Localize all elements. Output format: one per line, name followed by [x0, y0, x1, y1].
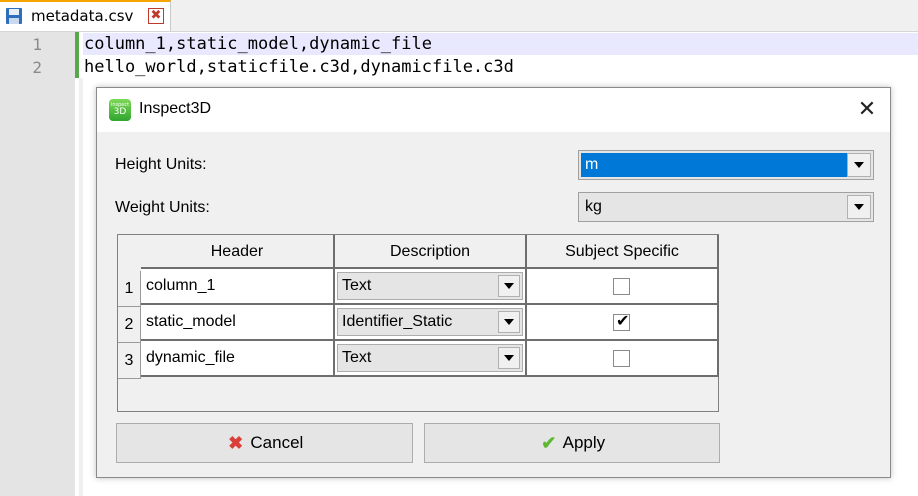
subject-specific-checkbox[interactable]	[613, 278, 630, 295]
code-line[interactable]: column_1,static_model,dynamic_file	[84, 34, 432, 54]
height-units-label: Height Units:	[115, 156, 207, 173]
line-number-gutter: 1 2	[0, 32, 75, 496]
weight-units-select[interactable]: kg	[578, 192, 874, 222]
column-header[interactable]: Subject Specific	[527, 235, 719, 269]
fold-marker	[75, 32, 79, 78]
fold-margin	[79, 78, 83, 496]
row-number[interactable]: 3	[118, 343, 141, 379]
description-cell: Identifier_Static	[335, 305, 527, 341]
cancel-x-icon: ✖	[228, 433, 244, 453]
chevron-down-icon[interactable]	[847, 195, 871, 219]
checkmark-icon: ✔	[541, 433, 557, 453]
tab-metadata-csv[interactable]: metadata.csv ✖	[0, 0, 171, 31]
cancel-button[interactable]: ✖ Cancel	[116, 423, 413, 463]
row-number[interactable]: 1	[118, 271, 141, 307]
close-icon[interactable]: ✕	[854, 97, 880, 123]
header-cell[interactable]: dynamic_file	[141, 341, 335, 377]
line-number: 2	[32, 58, 42, 77]
row-number[interactable]: 2	[118, 307, 141, 343]
subject-specific-cell	[527, 341, 719, 377]
subject-specific-cell	[527, 269, 719, 305]
column-header[interactable]: Header	[141, 235, 335, 269]
tab-bar: metadata.csv ✖	[0, 0, 918, 32]
tab-close-icon[interactable]: ✖	[148, 8, 164, 24]
description-select[interactable]: Text	[337, 272, 523, 300]
description-cell: Text	[335, 341, 527, 377]
description-select[interactable]: Text	[337, 344, 523, 372]
subject-specific-checkbox[interactable]	[613, 350, 630, 367]
tab-label: metadata.csv	[31, 7, 134, 25]
chevron-down-icon[interactable]	[498, 275, 520, 297]
line-number: 1	[32, 35, 42, 54]
height-units-select[interactable]: m	[578, 150, 874, 180]
cancel-button-label: Cancel	[250, 433, 304, 452]
subject-specific-cell: ✔	[527, 305, 719, 341]
inspect3d-dialog: inspect 3D Inspect3D ✕ Height Units: m We…	[96, 87, 891, 478]
code-line[interactable]: hello_world,staticfile.c3d,dynamicfile.c…	[84, 57, 514, 77]
chevron-down-icon[interactable]	[498, 347, 520, 369]
description-select[interactable]: Identifier_Static	[337, 308, 523, 336]
chevron-down-icon[interactable]	[847, 153, 871, 177]
apply-button[interactable]: ✔ Apply	[424, 423, 720, 463]
apply-button-label: Apply	[562, 433, 606, 452]
inspect3d-app-icon: inspect 3D	[109, 99, 131, 121]
subject-specific-checkbox[interactable]: ✔	[613, 311, 630, 331]
save-icon	[6, 8, 22, 24]
header-cell[interactable]: column_1	[141, 269, 335, 305]
header-cell[interactable]: static_model	[141, 305, 335, 341]
dialog-titlebar[interactable]: inspect 3D Inspect3D ✕	[97, 88, 890, 132]
weight-units-label: Weight Units:	[115, 199, 210, 216]
description-cell: Text	[335, 269, 527, 305]
metadata-table: Header Description Subject Specific 1 co…	[117, 234, 719, 412]
chevron-down-icon[interactable]	[498, 311, 520, 333]
checkmark-icon: ✔	[616, 311, 630, 330]
column-header[interactable]: Description	[335, 235, 527, 269]
dialog-title: Inspect3D	[139, 100, 212, 117]
